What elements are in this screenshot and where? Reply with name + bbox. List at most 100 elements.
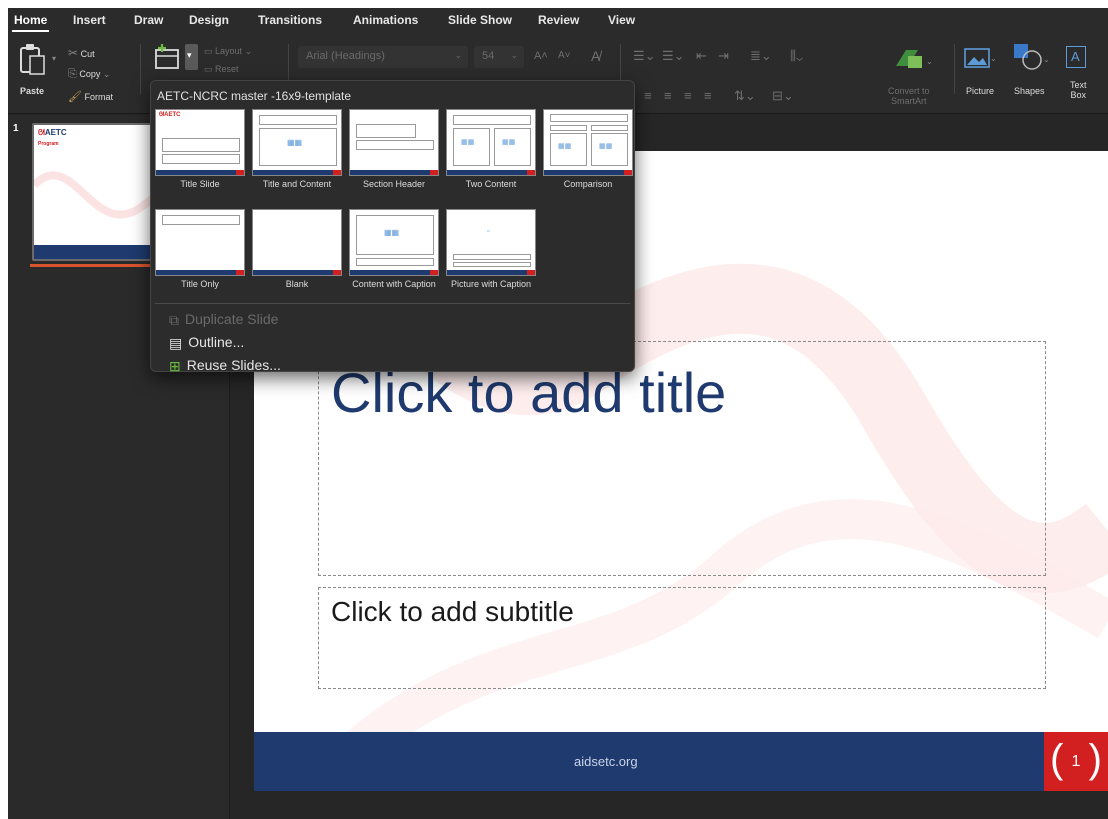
convert-to-smartart-button[interactable]: ⌄ [892,46,934,77]
thumbnail-slide-number: 1 [13,123,19,134]
layout-thumbnail: ▦▦ ▦▦ [543,109,633,176]
title-placeholder[interactable]: Click to add title [318,341,1046,576]
tab-draw[interactable]: Draw [134,13,163,27]
shapes-label: Shapes [1014,86,1045,96]
layout-comparison[interactable]: ▦▦ ▦▦ Comparison [543,109,633,189]
text-box-button[interactable]: A [1066,46,1086,68]
new-slide-button[interactable] [153,42,183,77]
picture-button[interactable]: ⌄ [964,48,997,75]
shapes-button[interactable]: ⌄ [1012,42,1052,77]
powerpoint-window: Home Insert Draw Design Transitions Anim… [8,8,1108,819]
svg-text:⌄: ⌄ [1043,55,1050,64]
font-size-select[interactable]: 54 ⌄ [474,46,524,68]
clear-formatting-icon[interactable]: A̸ [591,48,600,64]
align-left-button[interactable]: ≡ [644,88,652,103]
layout-button[interactable]: ▭ Layout ⌄ [204,46,252,57]
justify-button[interactable]: ≡ [704,88,712,103]
reset-icon: ▭ [204,64,213,74]
paste-button[interactable] [18,42,48,83]
layout-menu-header: AETC-NCRC master -16x9-template [157,89,352,103]
reuse-slides-icon: ⊞ [169,357,181,374]
chevron-down-icon: ⌄ [454,50,462,60]
layout-two-content[interactable]: ▦▦ ▦▦ Two Content [446,109,536,189]
outline-icon: ▤ [169,334,183,351]
subtitle-placeholder[interactable]: Click to add subtitle [318,587,1046,689]
new-slide-dropdown-button[interactable]: ▾ [185,44,198,70]
footer-url: aidsetc.org [574,754,638,769]
layout-thumbnail: ▦▦ ▦▦ [446,109,536,176]
tab-home[interactable]: Home [11,13,50,32]
layout-picture-with-caption[interactable]: ▫ Picture with Caption [446,209,536,289]
reuse-slides-item[interactable]: ⊞ Reuse Slides... [169,357,281,375]
layout-label: Section Header [362,179,426,189]
tab-review[interactable]: Review [538,13,579,27]
layout-title-and-content[interactable]: ▦▦ Title and Content [252,109,342,189]
format-painter-button[interactable]: 🖌 Format [68,90,113,103]
layout-label: Content with Caption [352,279,436,289]
bullets-button[interactable]: ☰⌄ [633,48,656,64]
align-right-button[interactable]: ≡ [684,88,692,103]
columns-button[interactable]: ⫼⌄ [790,48,803,64]
svg-text:⌄: ⌄ [990,54,996,63]
paste-label: Paste [20,86,45,96]
picture-label: Picture [966,86,995,96]
tab-design[interactable]: Design [189,13,229,27]
scissors-icon: ✂ [68,46,79,60]
svg-text:⌄: ⌄ [926,57,933,66]
layout-blank[interactable]: Blank [252,209,342,289]
smartart-icon: ⌄ [896,50,933,68]
new-slide-icon [155,44,179,69]
font-name-select[interactable]: Arial (Headings) ⌄ [298,46,468,68]
paste-chevron-down-icon[interactable]: ▾ [52,54,56,63]
line-spacing-button[interactable]: ≣⌄ [750,48,772,64]
slide-number-badge: 1 [1044,730,1108,791]
font-name-value: Arial (Headings) [306,50,385,62]
layout-section-header[interactable]: Section Header [349,109,439,189]
slide-footer-bar: aidsetc.org 1 [254,730,1108,791]
numbering-button[interactable]: ☰⌄ [662,48,685,64]
increase-indent-button[interactable]: ⇥ [718,48,729,64]
new-slide-layout-menu: AETC-NCRC master -16x9-template ᘛAETC Ti… [150,80,635,375]
tab-slide-show[interactable]: Slide Show [448,13,512,27]
copy-button[interactable]: ⎘ Copy ⌄ [68,68,110,81]
ribbon-tab-bar: Home Insert Draw Design Transitions Anim… [8,8,1108,34]
chevron-down-icon: ⌄ [510,50,518,60]
picture-icon: ⌄ [964,48,997,68]
clipboard-icon [20,44,45,75]
text-box-label: Text Box [1070,80,1087,100]
cut-button[interactable]: ✂ Cut [68,46,95,60]
layout-icon: ▭ [204,46,213,56]
increase-font-size-button[interactable]: A˄ [534,50,548,62]
text-direction-button[interactable]: ⇅⌄ [734,88,756,104]
shapes-icon: ⌄ [1014,44,1050,70]
tab-insert[interactable]: Insert [73,13,106,27]
tab-view[interactable]: View [608,13,635,27]
align-text-button[interactable]: ⊟⌄ [772,88,794,104]
layout-thumbnail [252,209,342,276]
decrease-indent-button[interactable]: ⇤ [696,48,707,64]
layout-label: Blank [285,279,309,289]
slide-number-text: 1 [1071,753,1081,770]
layout-label: Comparison [563,179,613,189]
chevron-down-icon: ▾ [187,50,192,60]
tab-transitions[interactable]: Transitions [258,13,322,27]
align-center-button[interactable]: ≡ [664,88,672,103]
text-box-icon: A [1071,49,1080,64]
layout-label: Title and Content [262,179,332,189]
decrease-font-size-button[interactable]: A˅ [558,50,571,61]
layout-title-slide[interactable]: ᘛAETC Title Slide [155,109,245,189]
duplicate-slide-item[interactable]: ⧉ Duplicate Slide [169,311,278,329]
menu-divider [155,303,630,304]
tab-animations[interactable]: Animations [353,13,418,27]
layout-title-only[interactable]: Title Only [155,209,245,289]
convert-to-smartart-label: Convert to SmartArt [888,86,930,106]
layout-thumbnail: ▦▦ [349,209,439,276]
layout-content-with-caption[interactable]: ▦▦ Content with Caption [349,209,439,289]
layout-thumbnail: ▫ [446,209,536,276]
reset-button[interactable]: ▭ Reset [204,64,239,75]
layout-thumbnail [349,109,439,176]
duplicate-slide-icon: ⧉ [169,311,179,328]
layout-label: Title Slide [180,179,220,189]
paintbrush-icon: 🖌 [68,91,82,103]
outline-item[interactable]: ▤ Outline... [169,334,244,352]
